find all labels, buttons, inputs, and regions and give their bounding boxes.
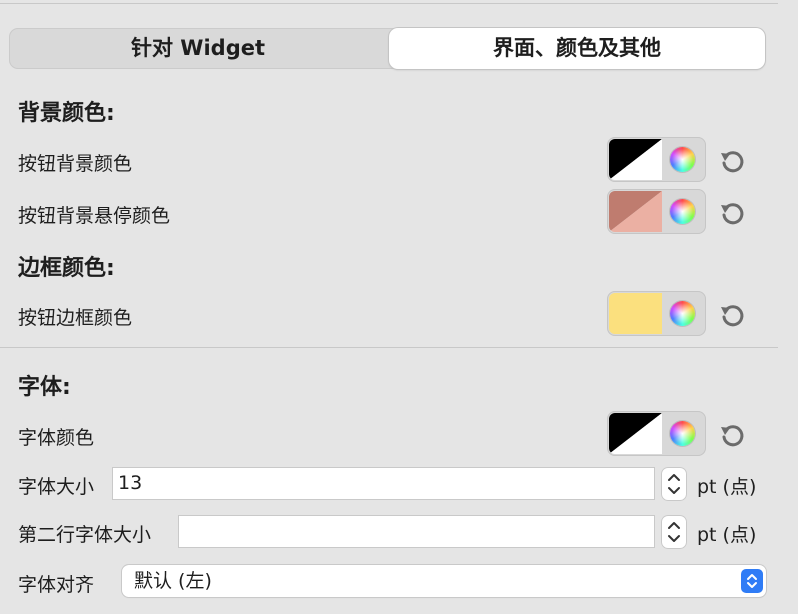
- font-size-stepper[interactable]: [661, 467, 687, 501]
- color-well-font[interactable]: [607, 411, 706, 456]
- font-alignment-value: 默认 (左): [134, 570, 212, 592]
- color-well-button-bg[interactable]: [607, 137, 706, 182]
- font-size-input[interactable]: 13: [112, 467, 655, 500]
- second-line-font-size-unit: pt (点): [697, 524, 757, 546]
- color-swatch[interactable]: [609, 139, 662, 180]
- second-line-font-size-stepper[interactable]: [661, 515, 687, 549]
- reset-arrow-icon[interactable]: [716, 299, 748, 331]
- color-wheel-icon[interactable]: [670, 421, 695, 446]
- label-button-bg-hover-color: 按钮背景悬停颜色: [18, 205, 171, 227]
- swatch-fill: [609, 293, 662, 334]
- section-title-font: 字体:: [18, 375, 71, 400]
- segmented-control: 针对 Widget 界面、颜色及其他: [9, 28, 765, 69]
- section-title-background: 背景颜色:: [18, 101, 115, 126]
- reset-arrow-icon[interactable]: [716, 145, 748, 177]
- popup-chevrons-icon[interactable]: [741, 569, 763, 593]
- font-size-unit: pt (点): [697, 476, 757, 498]
- tab-widget[interactable]: 针对 Widget: [9, 28, 387, 69]
- label-font-color: 字体颜色: [18, 427, 95, 449]
- color-wheel-icon[interactable]: [670, 301, 695, 326]
- color-well-button-bg-hover[interactable]: [607, 189, 706, 234]
- color-swatch[interactable]: [609, 293, 662, 334]
- reset-arrow-icon[interactable]: [716, 419, 748, 451]
- label-button-bg-color: 按钮背景颜色: [18, 153, 133, 175]
- tab-ui-colors-other[interactable]: 界面、颜色及其他: [389, 28, 765, 69]
- label-second-line-font-size: 第二行字体大小: [18, 524, 152, 546]
- color-wheel-icon[interactable]: [670, 199, 695, 224]
- label-font-alignment: 字体对齐: [18, 574, 95, 596]
- color-wheel-icon[interactable]: [670, 147, 695, 172]
- font-alignment-popup[interactable]: 默认 (左): [122, 565, 766, 597]
- label-button-border-color: 按钮边框颜色: [18, 307, 133, 329]
- section-divider: [0, 347, 778, 348]
- section-title-border: 边框颜色:: [18, 256, 115, 281]
- reset-arrow-icon[interactable]: [716, 197, 748, 229]
- color-swatch[interactable]: [609, 413, 662, 454]
- top-divider: [0, 3, 778, 4]
- second-line-font-size-input[interactable]: [178, 515, 655, 548]
- label-font-size: 字体大小: [18, 476, 95, 498]
- color-well-button-border[interactable]: [607, 291, 706, 336]
- color-swatch[interactable]: [609, 191, 662, 232]
